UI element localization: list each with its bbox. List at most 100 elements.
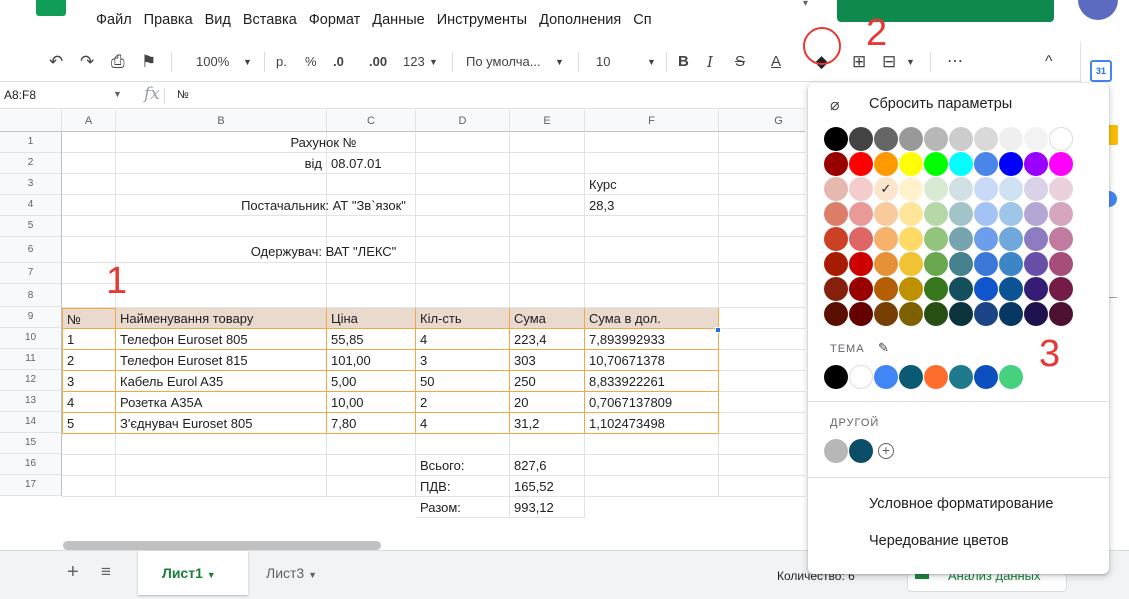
color-swatch[interactable] — [1024, 252, 1048, 276]
color-swatch[interactable] — [999, 227, 1023, 251]
color-swatch[interactable] — [849, 277, 873, 301]
grid-cell[interactable] — [510, 216, 585, 237]
row-header[interactable]: 6 — [0, 237, 62, 263]
color-swatch[interactable] — [824, 152, 848, 176]
row-header[interactable]: 10 — [0, 328, 62, 349]
grid-cell[interactable] — [719, 476, 805, 497]
table-cell[interactable]: Кабель Eurol A35 — [116, 371, 327, 392]
chevron-up-icon[interactable]: ▾ — [803, 0, 808, 9]
color-swatch[interactable] — [874, 127, 898, 151]
font-select[interactable]: По умолча... — [466, 42, 541, 82]
color-swatch[interactable] — [924, 177, 948, 201]
print-icon[interactable]: ⎙ — [111, 42, 125, 82]
grid-cell[interactable] — [62, 174, 116, 195]
color-swatch[interactable] — [949, 127, 973, 151]
menu-insert[interactable]: Вставка — [237, 9, 303, 31]
color-swatch[interactable] — [1049, 227, 1073, 251]
grid-cell[interactable] — [327, 455, 416, 476]
chevron-down-icon[interactable]: ▼ — [555, 42, 564, 82]
grid-cell[interactable] — [719, 434, 805, 455]
cell-title[interactable]: Рахунок № — [62, 132, 585, 153]
color-swatch[interactable] — [824, 127, 848, 151]
grid-cell[interactable] — [585, 153, 719, 174]
currency-format-button[interactable]: р. — [276, 42, 287, 82]
table-cell[interactable]: 101,00 — [327, 350, 416, 371]
grid-cell[interactable] — [116, 455, 327, 476]
grid-cell[interactable] — [62, 153, 116, 174]
color-swatch[interactable] — [899, 177, 923, 201]
color-swatch[interactable] — [924, 227, 948, 251]
color-swatch[interactable] — [1024, 277, 1048, 301]
horizontal-scrollbar[interactable] — [63, 541, 381, 550]
grid-cell[interactable] — [719, 350, 805, 371]
color-swatch[interactable] — [874, 227, 898, 251]
total-value[interactable]: 827,6 — [510, 455, 585, 476]
column-header[interactable]: A — [62, 110, 116, 132]
table-cell[interactable]: 5 — [62, 413, 116, 434]
avatar[interactable] — [1078, 0, 1118, 20]
more-options-icon[interactable]: ⋯ — [947, 42, 963, 82]
all-sheets-icon[interactable]: ≡ — [101, 562, 111, 582]
color-swatch[interactable] — [924, 152, 948, 176]
grid-cell[interactable] — [719, 263, 805, 284]
grid-cell[interactable] — [510, 434, 585, 455]
grid-cell[interactable] — [327, 263, 416, 284]
grid-cell[interactable] — [510, 174, 585, 195]
table-header-cell[interactable]: № — [62, 308, 116, 329]
color-swatch[interactable] — [899, 277, 923, 301]
theme-color-swatch[interactable] — [824, 365, 848, 389]
color-swatch[interactable] — [899, 252, 923, 276]
strikethrough-button[interactable]: S — [735, 42, 745, 82]
grid-cell[interactable] — [719, 216, 805, 237]
grid-cell[interactable] — [116, 284, 327, 308]
color-swatch[interactable] — [874, 252, 898, 276]
color-swatch[interactable] — [849, 152, 873, 176]
color-swatch[interactable] — [899, 302, 923, 326]
color-swatch[interactable] — [899, 227, 923, 251]
color-swatch[interactable] — [949, 177, 973, 201]
grid-cell[interactable] — [719, 195, 805, 216]
theme-color-swatch[interactable] — [974, 365, 998, 389]
edit-theme-icon[interactable]: ✎ — [878, 340, 889, 356]
color-swatch[interactable] — [999, 152, 1023, 176]
table-cell[interactable]: 4 — [62, 392, 116, 413]
grid-cell[interactable] — [416, 263, 510, 284]
borders-icon[interactable]: ⊞ — [852, 42, 866, 82]
grid-cell[interactable] — [116, 434, 327, 455]
table-cell[interactable]: 7,80 — [327, 413, 416, 434]
grid-cell[interactable] — [116, 476, 327, 497]
sheet-tab[interactable]: Лист3 ▼ — [256, 551, 356, 595]
color-swatch[interactable] — [974, 277, 998, 301]
custom-color-swatch[interactable] — [824, 439, 848, 463]
grid-cell[interactable] — [116, 216, 327, 237]
table-cell[interactable]: 303 — [510, 350, 585, 371]
color-swatch[interactable] — [824, 277, 848, 301]
decrease-decimal-button[interactable]: .0 — [333, 42, 344, 82]
grid-cell[interactable] — [719, 153, 805, 174]
color-swatch[interactable] — [1024, 127, 1048, 151]
grid-cell[interactable] — [416, 174, 510, 195]
color-swatch[interactable] — [999, 202, 1023, 226]
chevron-down-icon[interactable]: ▼ — [207, 570, 216, 580]
color-swatch[interactable] — [974, 152, 998, 176]
calendar-icon[interactable]: 31 — [1090, 60, 1112, 82]
row-header[interactable]: 15 — [0, 433, 62, 454]
bold-button[interactable]: B — [678, 42, 689, 82]
color-swatch[interactable] — [924, 277, 948, 301]
grid-cell[interactable] — [585, 476, 719, 497]
theme-color-swatch[interactable] — [899, 365, 923, 389]
chevron-down-icon[interactable]: ▼ — [906, 42, 915, 82]
grid-cell[interactable] — [116, 174, 327, 195]
table-cell[interactable]: Телефон Euroset 815 — [116, 350, 327, 371]
total-label[interactable]: Всього: — [416, 455, 510, 476]
color-swatch[interactable] — [974, 127, 998, 151]
menu-edit[interactable]: Правка — [138, 9, 199, 31]
color-swatch[interactable] — [899, 127, 923, 151]
chevron-down-icon[interactable]: ▼ — [647, 42, 656, 82]
table-cell[interactable]: 5,00 — [327, 371, 416, 392]
theme-color-swatch[interactable] — [999, 365, 1023, 389]
table-cell[interactable]: 55,85 — [327, 329, 416, 350]
color-swatch[interactable] — [1049, 202, 1073, 226]
grid-cell[interactable] — [585, 237, 719, 263]
grid-cell[interactable] — [585, 455, 719, 476]
